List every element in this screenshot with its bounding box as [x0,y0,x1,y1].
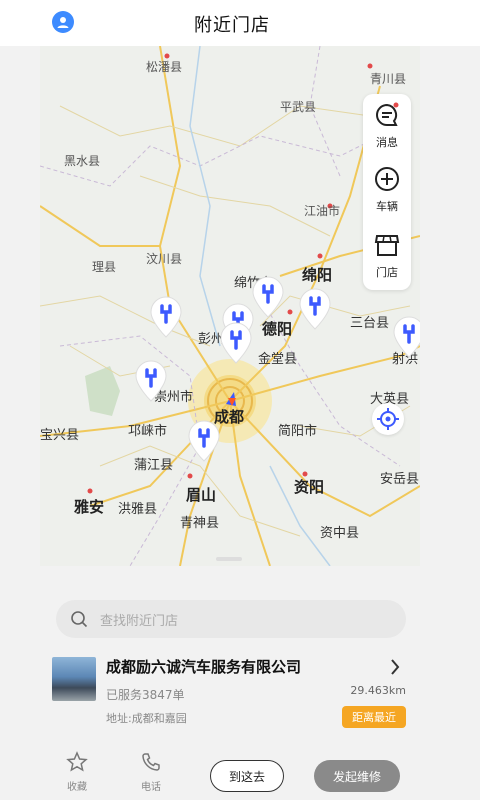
message-icon [376,102,399,126]
chevron-right-icon[interactable] [390,658,400,676]
map-label-jianyang: 简阳市 [278,424,318,439]
map-label-meishan: 眉山 [186,486,217,504]
vehicle-label: 车辆 [376,200,398,213]
map-label-yaan: 雅安 [74,498,105,516]
store-pin[interactable] [134,360,168,402]
store-pin[interactable] [298,288,332,330]
wrench-pin-icon [393,316,420,358]
phone-icon [142,753,160,771]
map-label-zizhong: 资中县 [320,526,360,541]
store-button[interactable]: 门店 [363,232,411,280]
crosshair-icon [377,408,399,430]
map-label-jiangyou: 江油市 [304,204,341,218]
store-label: 门店 [376,266,398,279]
store-pin[interactable] [149,296,183,338]
messages-button[interactable]: 消息 [363,102,411,150]
map-label-baoxing: 宝兴县 [40,428,80,443]
store-pin[interactable] [392,316,420,358]
phone-label: 电话 [141,782,161,793]
sheet-drag-handle[interactable] [216,557,242,561]
locate-button[interactable] [372,403,404,435]
map-side-panel: 消息 车辆 门店 [363,94,411,290]
request-repair-button[interactable]: 发起维修 [314,760,400,792]
store-name: 成都励六诚汽车服务有限公司 [106,658,302,676]
star-icon [66,751,88,772]
search-icon [71,611,88,628]
map-label-santai: 三台县 [350,316,390,331]
vehicle-button[interactable]: 车辆 [363,166,411,214]
map-label-qionglai: 邛崃市 [128,424,168,439]
user-avatar[interactable] [52,11,74,33]
map-label-pingwu: 平武县 [280,100,317,114]
map-label-hongya: 洪雅县 [118,502,158,517]
store-pin[interactable] [251,276,285,318]
messages-label: 消息 [376,136,398,149]
map-label-pujiang: 蒲江县 [134,458,174,473]
nearest-badge: 距离最近 [342,706,406,728]
wrench-pin-icon [252,276,284,318]
add-circle-icon [375,167,399,191]
store-photo [52,657,96,701]
map-label-songpan: 松潘县 [146,60,183,74]
phone-button[interactable]: 电话 [140,751,162,793]
navigate-button[interactable]: 到这去 [210,760,284,792]
map-label-jintang: 金堂县 [258,352,298,367]
favorite-label: 收藏 [67,782,87,793]
page-title: 附近门店 [194,15,270,36]
map-label-qingshen: 青神县 [180,516,220,531]
top-bar: 附近门店 [0,0,480,46]
map-label-heishui: 黑水县 [64,154,101,168]
wrench-pin-icon [135,360,167,402]
map-label-li: 理县 [92,260,117,274]
map-label-anyue: 安岳县 [380,472,420,487]
wrench-pin-icon [150,296,182,338]
map-label-qingchuan: 青川县 [370,72,407,86]
store-served-count: 已服务3847单 [106,688,185,702]
store-card[interactable]: 成都励六诚汽车服务有限公司 已服务3847单 29.463km 地址:成都和嘉园… [52,654,412,734]
store-pin[interactable] [219,322,253,364]
wrench-pin-icon [299,288,331,330]
map-label-mianyang: 绵阳 [302,266,333,284]
storefront-icon [374,235,400,256]
store-pin[interactable] [187,420,221,462]
search-placeholder: 查找附近门店 [100,614,179,629]
map-label-wenchuan: 汶川县 [146,252,183,266]
wrench-pin-icon [188,420,220,462]
store-distance: 29.463km [350,684,406,697]
wrench-pin-icon [220,322,252,364]
favorite-button[interactable]: 收藏 [66,751,88,793]
store-address: 地址:成都和嘉园 [106,712,187,725]
store-search-input[interactable]: 查找附近门店 [56,600,406,638]
map-label-ziyang: 资阳 [294,478,325,496]
user-icon [57,17,69,28]
map-label-deyang: 德阳 [262,320,293,338]
